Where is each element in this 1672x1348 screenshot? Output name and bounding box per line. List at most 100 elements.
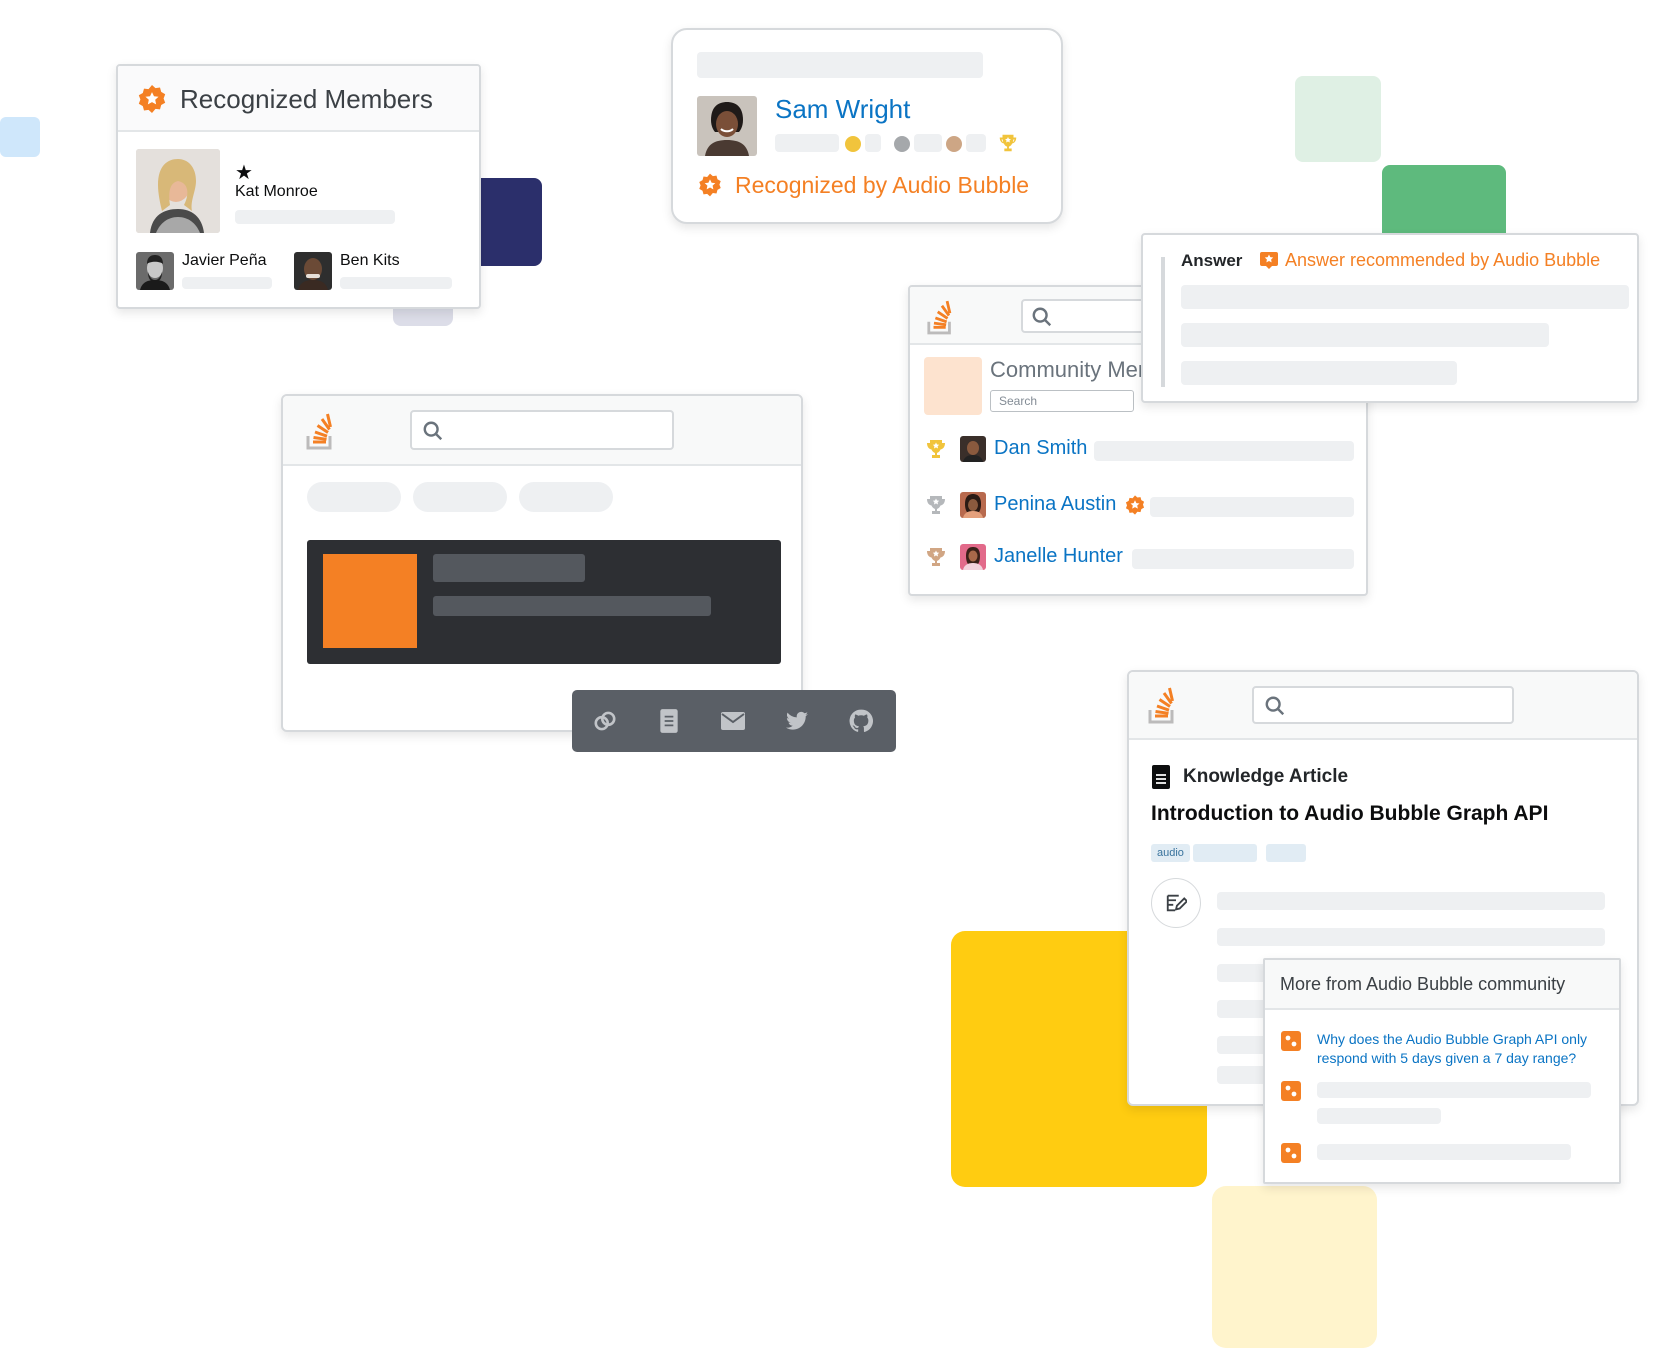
recommended-icon	[1259, 250, 1279, 270]
search-icon	[422, 420, 444, 442]
placeholder-line	[1217, 928, 1605, 946]
placeholder-line	[182, 277, 272, 289]
placeholder-line	[966, 134, 986, 152]
decor-block-mint	[1295, 76, 1381, 162]
filter-pill[interactable]	[413, 482, 507, 512]
question-icon	[1280, 1142, 1302, 1164]
gold-trophy-icon	[924, 437, 948, 461]
member-name-dan-smith[interactable]: Dan Smith	[994, 437, 1087, 460]
decor-block-pale-yellow	[1212, 1186, 1377, 1348]
article-tag-placeholder[interactable]	[1266, 844, 1306, 862]
article-tag-placeholder[interactable]	[1193, 844, 1257, 862]
placeholder-line	[1132, 549, 1354, 569]
placeholder-line	[1181, 323, 1549, 347]
avatar-ben-kits[interactable]	[294, 252, 332, 290]
recognized-members-title: Recognized Members	[180, 84, 433, 114]
avatar-javier-pena[interactable]	[136, 252, 174, 290]
stack-logo-icon[interactable]	[926, 299, 956, 335]
answer-accent-bar	[1161, 257, 1165, 387]
post-thumbnail	[323, 554, 417, 648]
placeholder-line	[775, 134, 839, 152]
twitter-icon[interactable]	[784, 709, 810, 733]
avatar-janelle-hunter[interactable]	[960, 544, 986, 570]
bronze-trophy-icon	[924, 545, 948, 569]
article-title[interactable]: Introduction to Audio Bubble Graph API	[1151, 802, 1548, 826]
placeholder-line	[235, 210, 395, 224]
featured-star-icon: ★	[235, 162, 253, 184]
community-member-search[interactable]: Search	[990, 390, 1134, 412]
recognized-by-label: Recognized by Audio Bubble	[735, 172, 1030, 198]
link-icon[interactable]	[592, 708, 618, 734]
more-from-card: More from Audio Bubble community Why doe…	[1263, 958, 1621, 1184]
decor-block-light-blue	[0, 117, 40, 157]
placeholder-line	[1094, 441, 1354, 461]
silver-badge-icon	[894, 136, 910, 152]
github-icon[interactable]	[848, 708, 874, 734]
placeholder-line	[1317, 1108, 1441, 1124]
more-from-title: More from Audio Bubble community	[1280, 974, 1566, 994]
stack-logo-icon[interactable]	[1147, 686, 1179, 724]
avatar-dan-smith[interactable]	[960, 436, 986, 462]
feed-topbar	[283, 396, 801, 466]
community-title: Community Mer	[990, 357, 1146, 382]
mail-icon[interactable]	[720, 710, 746, 732]
member-name-ben-kits[interactable]: Ben Kits	[340, 252, 400, 270]
recognized-members-card: Recognized Members ★ Kat Monroe Javier P…	[116, 64, 481, 309]
answer-card: Answer Answer recommended by Audio Bubbl…	[1141, 233, 1639, 403]
profile-name[interactable]: Sam Wright	[775, 94, 910, 125]
search-icon	[1264, 695, 1286, 717]
placeholder-line	[1181, 285, 1629, 309]
feed-search-input[interactable]	[410, 410, 674, 450]
placeholder-line	[1317, 1144, 1571, 1160]
gold-badge-icon	[845, 136, 861, 152]
filter-pill[interactable]	[307, 482, 401, 512]
featured-post[interactable]	[307, 540, 781, 664]
placeholder-line	[1150, 497, 1354, 517]
avatar-penina-austin[interactable]	[960, 492, 986, 518]
avatar-sam-wright[interactable]	[697, 96, 757, 156]
question-icon	[1280, 1080, 1302, 1102]
bronze-badge-icon	[946, 136, 962, 152]
article-type-label: Knowledge Article	[1183, 766, 1349, 787]
edit-icon	[1165, 892, 1187, 914]
search-icon	[1031, 306, 1053, 328]
edit-button[interactable]	[1151, 878, 1201, 928]
community-avatar	[924, 357, 982, 415]
answer-recommended-label: Answer recommended by Audio Bubble	[1285, 250, 1601, 270]
community-member-search-placeholder: Search	[999, 394, 1038, 408]
document-icon[interactable]	[658, 708, 680, 734]
member-name-javier-pena[interactable]: Javier Peña	[182, 252, 267, 270]
placeholder-line	[340, 277, 452, 289]
more-from-header: More from Audio Bubble community	[1265, 960, 1619, 1010]
silver-trophy-icon	[924, 493, 948, 517]
recognized-badge-icon	[1124, 494, 1146, 516]
placeholder-line	[1217, 892, 1605, 910]
related-question-link[interactable]: Why does the Audio Bubble Graph API only…	[1317, 1030, 1607, 1068]
placeholder-line	[1181, 361, 1457, 385]
member-name-penina-austin[interactable]: Penina Austin	[994, 493, 1116, 516]
trophy-icon	[997, 132, 1019, 154]
knowledge-article-icon	[1151, 764, 1171, 790]
placeholder-line	[865, 134, 881, 152]
stack-logo-icon[interactable]	[305, 412, 337, 450]
post-excerpt-placeholder	[433, 596, 711, 616]
answer-label: Answer	[1181, 251, 1243, 270]
member-name-janelle-hunter[interactable]: Janelle Hunter	[994, 545, 1123, 568]
recognized-badge-icon	[136, 83, 168, 115]
placeholder-line	[1317, 1082, 1591, 1098]
article-search-input[interactable]	[1252, 686, 1514, 724]
placeholder-line	[697, 52, 983, 78]
article-topbar	[1129, 672, 1637, 740]
post-title-placeholder	[433, 554, 585, 582]
question-icon	[1280, 1030, 1302, 1052]
profile-card: Sam Wright Recognized by Audio Bubble	[671, 28, 1063, 224]
feed-window	[281, 394, 803, 732]
placeholder-line	[914, 134, 942, 152]
recognized-badge-icon	[697, 172, 723, 198]
share-toolbar	[572, 690, 896, 752]
avatar-kat-monroe[interactable]	[136, 149, 220, 233]
article-tag[interactable]: audio	[1151, 844, 1190, 862]
filter-pill[interactable]	[519, 482, 613, 512]
member-name-kat-monroe[interactable]: Kat Monroe	[235, 183, 318, 201]
recognized-members-header: Recognized Members	[118, 66, 479, 132]
